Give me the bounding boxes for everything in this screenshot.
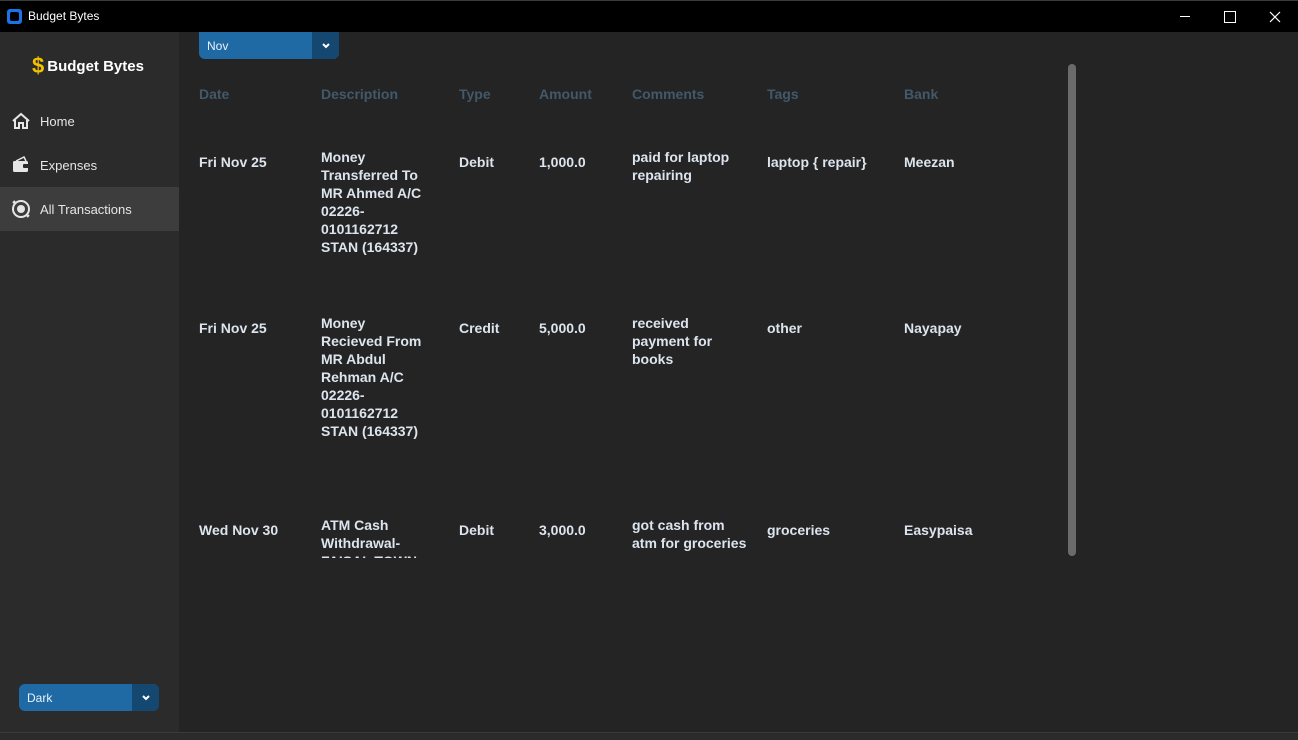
cell-bank: Nayapay [904,320,962,336]
month-select[interactable]: Nov [199,32,339,59]
cell-bank: Easypaisa [904,522,973,538]
app-logo: $ Budget Bytes [32,53,144,78]
cell-bank: Meezan [904,154,955,170]
minimize-button[interactable] [1162,1,1208,32]
logo-text: Budget Bytes [47,57,144,75]
column-header-amount: Amount [539,86,592,102]
theme-select[interactable]: Dark [19,684,159,711]
app-icon [7,9,22,24]
column-header-date: Date [199,86,230,102]
cell-amount: 1,000.0 [539,154,586,170]
sidebar-item-all-transactions[interactable]: All Transactions [0,187,179,231]
cell-description: ATM Cash Withdrawal-FAISAL TOWN [321,517,417,558]
month-select-value: Nov [207,38,229,53]
maximize-icon [1224,10,1236,23]
column-header-bank: Bank [904,86,939,102]
transactions-table: Date Description Type Amount Comments Ta… [199,64,1069,558]
close-icon [1269,11,1281,22]
cell-type: Credit [459,320,500,336]
cell-description: Money Transferred To MR Ahmed A/C 02226-… [321,149,422,255]
cell-comments: paid for laptop repairing [632,149,730,183]
cell-date: Fri Nov 25 [199,154,267,170]
transactions-icon [10,198,32,220]
sidebar: $ Budget Bytes Home Expenses All Transac… [0,32,179,732]
sidebar-item-expenses[interactable]: Expenses [0,143,179,187]
close-button[interactable] [1252,1,1298,32]
cell-comments: received payment for books [632,315,713,367]
chevron-down-icon[interactable] [132,684,159,711]
sidebar-item-home[interactable]: Home [0,99,179,143]
column-header-tags: Tags [767,86,799,102]
minimize-icon [1180,16,1190,17]
chevron-down-icon[interactable] [312,32,339,59]
cell-amount: 5,000.0 [539,320,586,336]
home-icon [10,110,32,132]
window-title: Budget Bytes [28,9,100,23]
theme-select-value: Dark [27,690,53,705]
cell-tags: other [767,320,802,336]
sidebar-item-label: All Transactions [40,201,132,217]
cell-type: Debit [459,154,494,170]
table-scrollbar[interactable] [1068,64,1076,556]
cell-description: Money Recieved From MR Abdul Rehman A/C … [321,315,422,439]
cell-type: Debit [459,522,494,538]
cell-amount: 3,000.0 [539,522,586,538]
dollar-icon: $ [32,53,45,78]
column-header-description: Description [321,86,399,102]
cell-tags: groceries [767,522,831,538]
bottom-border [0,732,1298,740]
cell-comments: got cash from atm for groceries [632,517,747,551]
cell-tags: laptop { repair} [767,154,867,170]
title-bar: Budget Bytes [0,0,1298,32]
cell-date: Wed Nov 30 [199,522,279,538]
sidebar-item-label: Home [40,113,75,129]
column-header-type: Type [459,86,491,102]
wallet-icon [10,154,32,176]
sidebar-item-label: Expenses [40,157,98,173]
column-header-comments: Comments [632,86,705,102]
maximize-button[interactable] [1207,1,1253,32]
cell-date: Fri Nov 25 [199,320,267,336]
